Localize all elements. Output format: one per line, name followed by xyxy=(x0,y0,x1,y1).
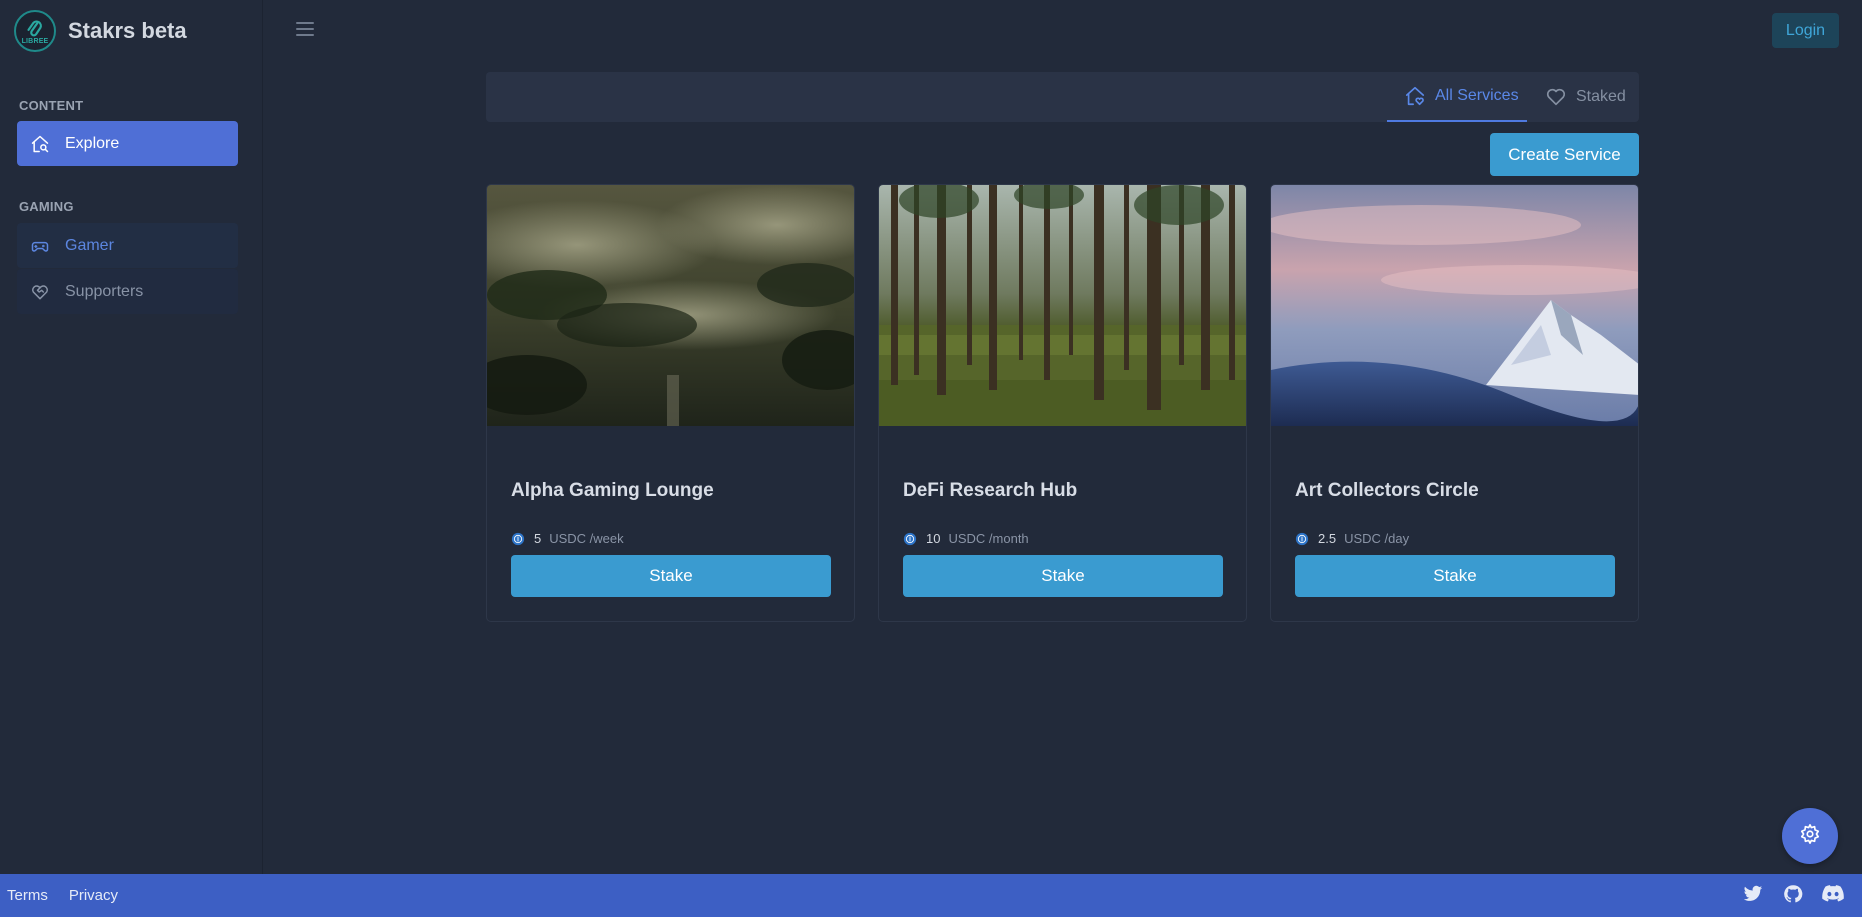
tab-all-services[interactable]: All Services xyxy=(1387,72,1527,122)
brand[interactable]: LIBREE Stakrs beta xyxy=(14,10,187,52)
sidebar-item-supporters[interactable]: Supporters xyxy=(17,269,238,314)
tab-label: All Services xyxy=(1435,87,1519,104)
gamepad-icon xyxy=(29,235,51,257)
settings-button[interactable] xyxy=(1782,808,1838,864)
card-title: DeFi Research Hub xyxy=(903,480,1078,501)
card-price: 5 USDC /week xyxy=(511,531,624,546)
footer-link-privacy[interactable]: Privacy xyxy=(69,887,118,904)
tab-bar: All Services Staked xyxy=(486,72,1639,122)
price-amount: 2.5 xyxy=(1318,531,1337,546)
gear-icon xyxy=(1799,823,1821,850)
brand-name: Stakrs beta xyxy=(68,18,187,43)
tab-label: Staked xyxy=(1576,88,1626,105)
home-heart-icon xyxy=(1403,84,1427,108)
card-image-snowy-mountain xyxy=(1271,185,1638,426)
hamburger-line xyxy=(296,22,314,24)
service-card[interactable]: Art Collectors Circle 2.5 USDC /day Stak… xyxy=(1270,184,1639,622)
price-amount: 5 xyxy=(534,531,542,546)
card-title: Alpha Gaming Lounge xyxy=(511,480,714,501)
card-price: 10 USDC /month xyxy=(903,531,1029,546)
hamburger-line xyxy=(296,34,314,36)
social-links xyxy=(1742,883,1844,905)
service-card[interactable]: Alpha Gaming Lounge 5 USDC /week Stake xyxy=(486,184,855,622)
hamburger-line xyxy=(296,28,314,30)
stake-button[interactable]: Stake xyxy=(903,555,1223,597)
menu-toggle-button[interactable] xyxy=(296,20,314,38)
logo: LIBREE xyxy=(14,10,56,52)
home-search-icon xyxy=(29,133,51,155)
sidebar-item-label: Explore xyxy=(65,134,120,152)
heart-icon xyxy=(1544,85,1568,109)
usdc-icon xyxy=(511,532,525,545)
card-image-pine-forest xyxy=(879,185,1246,426)
twitter-icon[interactable] xyxy=(1742,883,1764,905)
price-unit: USDC /day xyxy=(1344,531,1410,546)
sidebar-item-explore[interactable]: Explore xyxy=(17,121,238,166)
sidebar-item-gamer[interactable]: Gamer xyxy=(17,223,238,268)
price-unit: USDC /month xyxy=(948,531,1029,546)
stake-button[interactable]: Stake xyxy=(511,555,831,597)
tab-staked[interactable]: Staked xyxy=(1544,72,1626,122)
logo-text: LIBREE xyxy=(21,38,49,45)
card-title: Art Collectors Circle xyxy=(1295,480,1479,501)
github-icon[interactable] xyxy=(1782,883,1804,905)
price-unit: USDC /week xyxy=(549,531,624,546)
price-amount: 10 xyxy=(926,531,941,546)
usdc-icon xyxy=(1295,532,1309,545)
card-price: 2.5 USDC /day xyxy=(1295,531,1409,546)
stake-button[interactable]: Stake xyxy=(1295,555,1615,597)
sidebar: LIBREE Stakrs beta CONTENT Explore GAMIN… xyxy=(0,0,263,874)
discord-icon[interactable] xyxy=(1822,883,1844,905)
card-image-misty-forest xyxy=(487,185,854,426)
usdc-icon xyxy=(903,532,917,545)
sidebar-item-label: Gamer xyxy=(65,236,114,254)
section-label-gaming: GAMING xyxy=(19,199,74,214)
footer-link-terms[interactable]: Terms xyxy=(7,887,48,904)
create-service-button[interactable]: Create Service xyxy=(1490,133,1639,176)
section-label-content: CONTENT xyxy=(19,98,84,113)
footer: Terms Privacy xyxy=(0,874,1862,917)
login-button[interactable]: Login xyxy=(1772,13,1839,48)
service-card[interactable]: DeFi Research Hub 10 USDC /month Stake xyxy=(878,184,1247,622)
heart-handshake-icon xyxy=(29,281,51,303)
sidebar-item-label: Supporters xyxy=(65,282,144,300)
